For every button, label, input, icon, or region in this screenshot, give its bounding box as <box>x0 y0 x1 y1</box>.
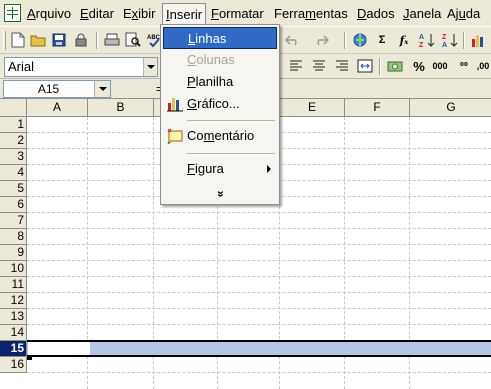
name-box-value: A15 <box>37 82 60 96</box>
toolbar-grip[interactable] <box>3 31 6 50</box>
menu-editar[interactable]: Editar <box>80 6 114 22</box>
font-name-box[interactable]: Arial <box>4 57 158 77</box>
align-right-icon[interactable] <box>333 57 351 75</box>
row-header-15[interactable]: 15 <box>0 341 27 357</box>
name-box-dropdown-icon[interactable] <box>94 81 110 97</box>
align-left-icon[interactable] <box>287 57 305 75</box>
comma-style-icon[interactable]: 000 <box>431 57 449 75</box>
new-document-icon[interactable] <box>9 31 27 49</box>
active-cell-a15[interactable] <box>28 342 90 355</box>
excel-app-icon[interactable] <box>4 4 21 22</box>
row-header-1[interactable]: 1 <box>0 117 27 133</box>
column-header-b[interactable]: B <box>88 99 154 117</box>
open-folder-icon[interactable] <box>29 31 47 49</box>
menu-arquivo[interactable]: Arquivo <box>27 6 71 22</box>
expand-menu-chevron-icon[interactable]: » <box>211 137 229 251</box>
insert-menu-dropdown: Linhas Colunas Planilha Gráfico... Comentári… <box>160 24 280 205</box>
row-header-10[interactable]: 10 <box>0 261 27 277</box>
svg-text:Z: Z <box>419 42 424 48</box>
menu-exibir[interactable]: Exibir <box>123 6 156 22</box>
column-header-e[interactable]: E <box>280 99 345 117</box>
column-header-a[interactable]: A <box>27 99 88 117</box>
font-name-value: Arial <box>8 59 35 74</box>
menu-separator <box>187 153 275 154</box>
hyperlink-icon[interactable] <box>351 31 369 49</box>
permission-icon[interactable] <box>72 31 90 49</box>
row-header-7[interactable]: 7 <box>0 213 27 229</box>
row-header-11[interactable]: 11 <box>0 277 27 293</box>
chart-icon <box>167 96 183 112</box>
chart-wizard-icon[interactable] <box>470 31 488 49</box>
select-all-corner[interactable] <box>0 99 27 117</box>
menu-item-colunas: Colunas <box>187 52 235 67</box>
menu-formatar[interactable]: Formatar <box>211 6 264 22</box>
currency-icon[interactable] <box>386 57 404 75</box>
row-header-5[interactable]: 5 <box>0 181 27 197</box>
menu-ajuda[interactable]: Ajuda <box>447 6 480 22</box>
submenu-arrow-icon <box>267 165 271 173</box>
decrease-decimal-icon[interactable]: ,00 <box>474 57 491 75</box>
svg-text:A: A <box>442 42 447 48</box>
selected-row-15[interactable] <box>27 340 491 357</box>
row-header-9[interactable]: 9 <box>0 245 27 261</box>
row-header-6[interactable]: 6 <box>0 197 27 213</box>
row-header-8[interactable]: 8 <box>0 229 27 245</box>
comment-icon <box>167 128 183 146</box>
undo-icon[interactable] <box>284 31 302 49</box>
column-header-g[interactable]: G <box>410 99 491 117</box>
menu-item-planilha[interactable]: Planilha <box>163 71 277 93</box>
sort-descending-icon[interactable]: ZA <box>441 31 459 49</box>
menu-item-grafico[interactable]: Gráfico... <box>163 93 277 115</box>
percent-style-icon[interactable]: % <box>410 57 428 75</box>
menu-separator <box>187 120 275 121</box>
redo-icon[interactable] <box>312 31 330 49</box>
column-header-f[interactable]: F <box>345 99 410 117</box>
font-dropdown-arrow-icon[interactable] <box>143 58 157 76</box>
row-header-13[interactable]: 13 <box>0 309 27 325</box>
merge-center-icon[interactable] <box>356 57 374 75</box>
row-header-14[interactable]: 14 <box>0 325 27 341</box>
row-header-2[interactable]: 2 <box>0 133 27 149</box>
row-header-3[interactable]: 3 <box>0 149 27 165</box>
print-icon[interactable] <box>103 31 121 49</box>
name-box[interactable]: A15 <box>3 80 111 98</box>
menu-ferramentas[interactable]: Ferramentas <box>274 6 348 22</box>
menu-dados[interactable]: Dados <box>357 6 395 22</box>
menu-item-linhas[interactable]: Linhas <box>163 27 277 49</box>
autosum-icon[interactable]: Σ <box>373 31 391 49</box>
align-center-icon[interactable] <box>310 57 328 75</box>
sort-ascending-icon[interactable]: AZ <box>418 31 436 49</box>
menu-bar: Arquivo Editar Exibir Inserir Formatar Ferram… <box>0 0 491 27</box>
print-preview-icon[interactable] <box>124 31 142 49</box>
row-header-4[interactable]: 4 <box>0 165 27 181</box>
svg-text:A: A <box>419 34 424 41</box>
insert-function-icon[interactable]: fₓ <box>395 31 413 49</box>
svg-text:Z: Z <box>442 34 447 41</box>
save-icon[interactable] <box>50 31 68 49</box>
fill-handle[interactable] <box>27 355 32 360</box>
menu-inserir[interactable]: Inserir <box>162 3 207 25</box>
increase-decimal-icon[interactable]: ⁰⁰ <box>455 57 473 75</box>
row-header-16[interactable]: 16 <box>0 357 27 373</box>
menu-janela[interactable]: Janela <box>403 6 441 22</box>
row-header-12[interactable]: 12 <box>0 293 27 309</box>
